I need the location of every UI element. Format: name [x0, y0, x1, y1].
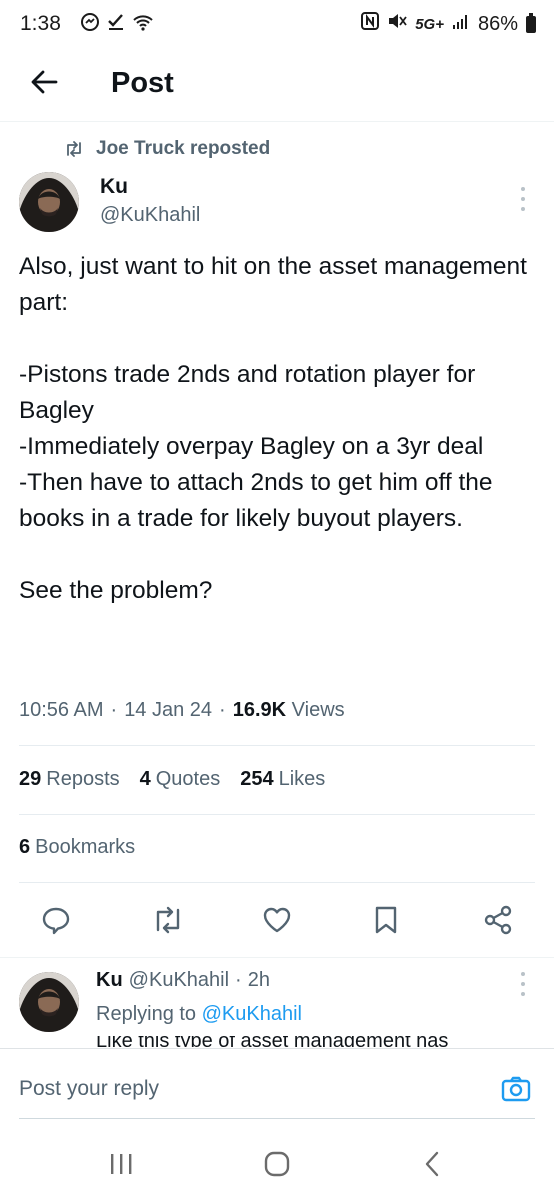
avatar[interactable]: [19, 172, 79, 232]
repost-icon: [67, 141, 81, 157]
tweet-time: 10:56 AM: [19, 699, 104, 721]
repost-text: Joe Truck reposted: [96, 138, 271, 159]
repost-attribution[interactable]: Joe Truck reposted: [64, 138, 270, 160]
battery-percent: 86%: [477, 12, 518, 35]
author-name[interactable]: Ku: [100, 175, 128, 199]
reply-avatar[interactable]: [19, 972, 79, 1032]
page-title: Post: [111, 67, 174, 99]
reply-separator: ·: [235, 969, 242, 991]
network-label: 5G+: [415, 15, 444, 33]
share-button[interactable]: [478, 900, 518, 940]
bookmarks-stat[interactable]: 6 Bookmarks: [19, 836, 135, 859]
reply-composer: Post your reply: [0, 1048, 554, 1128]
messenger-icon: [80, 12, 100, 37]
signal-icon: [452, 13, 470, 36]
reply-more-options-icon[interactable]: [518, 972, 528, 996]
divider: [19, 745, 535, 746]
replying-to-handle[interactable]: @KuKhahil: [202, 1003, 302, 1025]
reply-button[interactable]: [36, 900, 76, 940]
divider: [19, 882, 535, 883]
views-count: 16.9K: [232, 699, 287, 721]
repost-button[interactable]: [148, 900, 188, 940]
reply-author-handle[interactable]: @KuKhahil: [129, 969, 229, 992]
system-nav-bar: [0, 1128, 554, 1200]
replying-to: Replying to @KuKhahil: [96, 1003, 302, 1025]
back-button[interactable]: [26, 64, 62, 100]
bookmark-icon: [375, 906, 397, 934]
reply-author-name[interactable]: Ku: [96, 969, 123, 992]
views-label: Views: [291, 699, 345, 721]
arrow-left-icon: [31, 70, 58, 94]
home-icon: [264, 1151, 290, 1177]
engagement-stats: 29 Reposts 4 Quotes 254 Likes: [19, 768, 325, 791]
tweet-date: 14 Jan 24: [124, 699, 213, 721]
nfc-icon: [361, 12, 380, 36]
status-time: 1:38: [20, 12, 61, 35]
more-options-icon[interactable]: [518, 187, 528, 211]
camera-icon: [501, 1076, 531, 1102]
meta-separator: ·: [110, 699, 118, 721]
home-button[interactable]: [257, 1150, 297, 1178]
reply-icon: [42, 907, 70, 935]
divider: [0, 957, 554, 958]
reply-time: 2h: [247, 969, 270, 991]
likes-stat[interactable]: 254 Likes: [240, 768, 325, 791]
nav-back-button[interactable]: [412, 1150, 452, 1178]
mute-icon: [387, 12, 407, 36]
check-icon: [106, 12, 126, 37]
reply-header: Ku @KuKhahil · 2h: [96, 969, 270, 992]
share-icon: [484, 905, 512, 935]
status-bar: 1:38 5G+ 86%: [0, 0, 554, 50]
tweet-meta: 10:56 AM · 14 Jan 24 · 16.9K Views: [19, 699, 345, 722]
recents-icon: [111, 1154, 132, 1174]
recents-button[interactable]: [101, 1150, 141, 1178]
meta-separator: ·: [219, 699, 226, 721]
quotes-stat[interactable]: 4 Quotes: [140, 768, 221, 791]
bookmark-button[interactable]: [366, 900, 406, 940]
reposts-stat[interactable]: 29 Reposts: [19, 768, 120, 791]
tweet-text: Also, just want to hit on the asset mana…: [19, 253, 527, 604]
wifi-icon: [132, 12, 154, 37]
author-handle[interactable]: @KuKhahil: [100, 204, 200, 227]
camera-button[interactable]: [500, 1073, 532, 1105]
composer-underline: [19, 1118, 535, 1119]
reply-text: Like this type of asset management has: [96, 1036, 449, 1047]
action-bar: [0, 900, 554, 940]
like-button[interactable]: [257, 900, 297, 940]
like-icon: [263, 907, 291, 933]
top-app-bar: Post: [0, 50, 554, 122]
views[interactable]: 16.9K Views: [233, 699, 345, 722]
back-icon: [425, 1151, 439, 1177]
reply-input[interactable]: Post your reply: [19, 1077, 159, 1101]
battery-icon: [526, 12, 536, 33]
repost-icon: [156, 906, 180, 934]
divider: [19, 814, 535, 815]
